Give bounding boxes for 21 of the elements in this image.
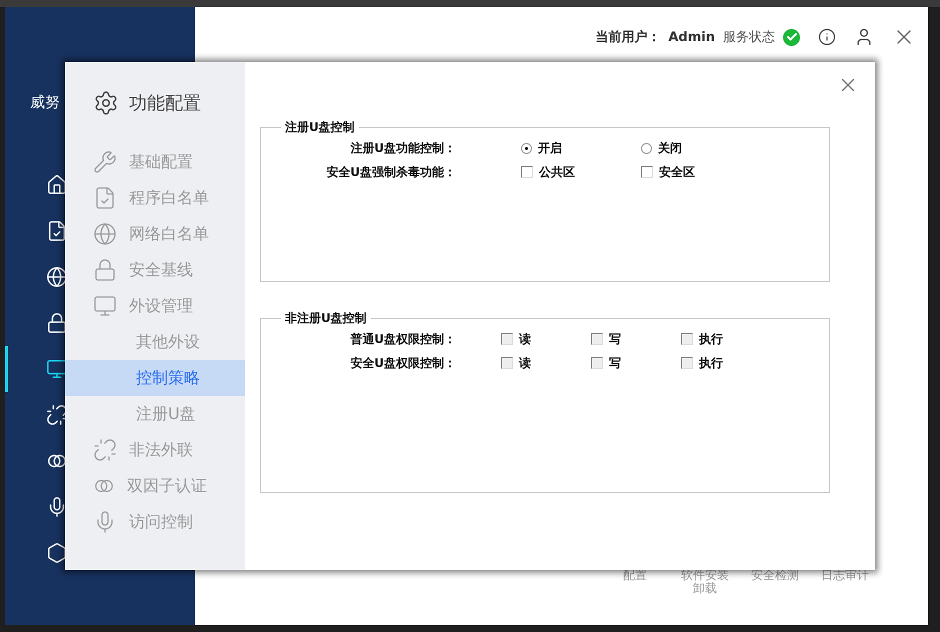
option-label: 开启	[538, 140, 562, 156]
option-label: 关闭	[658, 140, 682, 156]
option-label: 安全区	[659, 164, 695, 180]
option-label: 执行	[699, 354, 723, 372]
brand-name: 威努	[30, 93, 60, 112]
dialog-title: 功能配置	[129, 92, 201, 115]
option-label: 写	[609, 330, 621, 348]
group-title: 非注册U盘控制	[284, 310, 368, 327]
option-label: 公共区	[539, 164, 575, 180]
setting-label: 安全U盘强制杀毒功能：	[325, 164, 456, 180]
service-status-label: 服务状态	[723, 29, 775, 46]
option-label: 读	[519, 330, 531, 348]
user-name: Admin	[668, 30, 715, 44]
setting-label: 安全U盘权限控制：	[349, 354, 456, 372]
option-label: 执行	[699, 330, 723, 348]
option-label: 读	[519, 354, 531, 372]
option-label: 写	[609, 354, 621, 372]
setting-label: 注册U盘功能控制：	[349, 140, 456, 156]
group-title: 注册U盘控制	[284, 119, 356, 136]
setting-label: 普通U盘权限控制：	[349, 330, 456, 348]
user-label: 当前用户：	[595, 28, 660, 46]
